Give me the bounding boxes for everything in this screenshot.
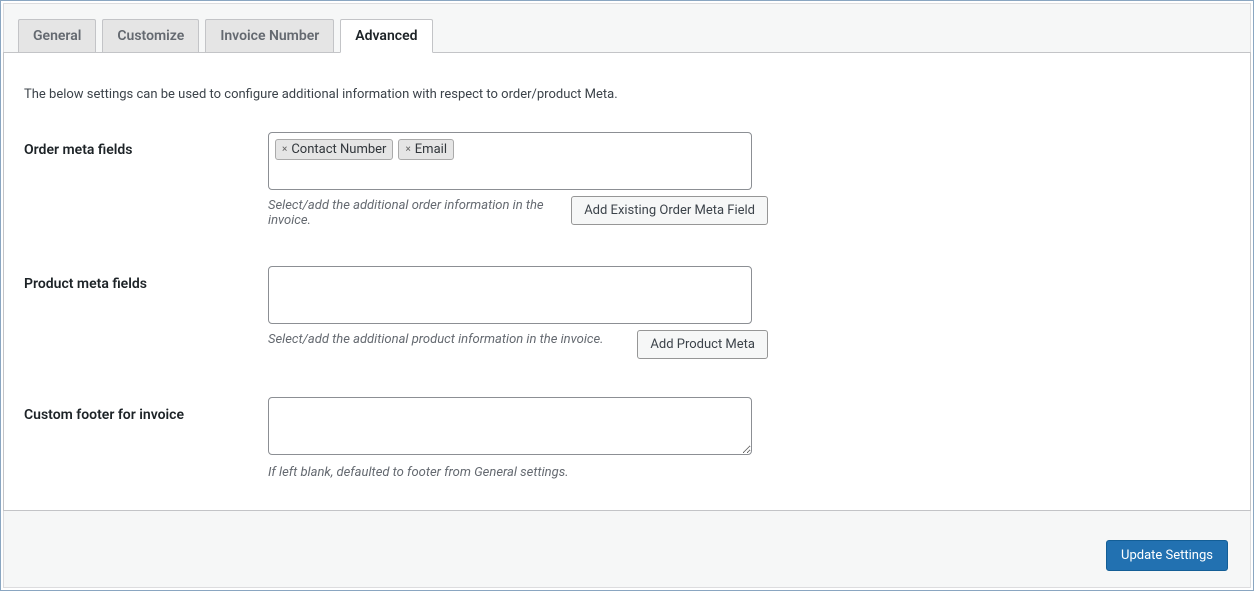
intro-text: The below settings can be used to config… (24, 87, 1230, 102)
help-order-meta: Select/add the additional order informat… (268, 198, 561, 228)
help-product-meta: Select/add the additional product inform… (268, 332, 627, 347)
tag-contact-number[interactable]: × Contact Number (275, 139, 393, 160)
tag-label: Contact Number (291, 142, 386, 157)
label-product-meta: Product meta fields (24, 266, 268, 292)
add-order-meta-button[interactable]: Add Existing Order Meta Field (571, 196, 768, 225)
update-settings-button[interactable]: Update Settings (1106, 540, 1228, 571)
remove-tag-icon[interactable]: × (405, 145, 410, 155)
tag-label: Email (415, 142, 447, 157)
row-custom-footer: Custom footer for invoice If left blank,… (24, 397, 1230, 480)
add-product-meta-button[interactable]: Add Product Meta (637, 330, 768, 359)
remove-tag-icon[interactable]: × (282, 145, 287, 155)
settings-panel: The below settings can be used to config… (3, 52, 1251, 511)
row-product-meta: Product meta fields Select/add the addit… (24, 266, 1230, 359)
product-meta-tagbox[interactable] (268, 266, 752, 324)
custom-footer-textarea[interactable] (268, 397, 752, 455)
help-custom-footer: If left blank, defaulted to footer from … (268, 465, 768, 480)
tab-general[interactable]: General (18, 19, 96, 53)
tab-customize[interactable]: Customize (102, 19, 199, 53)
settings-tabs: General Customize Invoice Number Advance… (4, 4, 1250, 52)
row-order-meta: Order meta fields × Contact Number × Ema… (24, 132, 1230, 228)
label-order-meta: Order meta fields (24, 132, 268, 158)
tab-advanced[interactable]: Advanced (340, 19, 432, 53)
order-meta-tagbox[interactable]: × Contact Number × Email (268, 132, 752, 190)
tag-email[interactable]: × Email (398, 139, 454, 160)
panel-footer: Update Settings (4, 524, 1250, 587)
label-custom-footer: Custom footer for invoice (24, 397, 268, 423)
tab-invoice-number[interactable]: Invoice Number (205, 19, 334, 53)
